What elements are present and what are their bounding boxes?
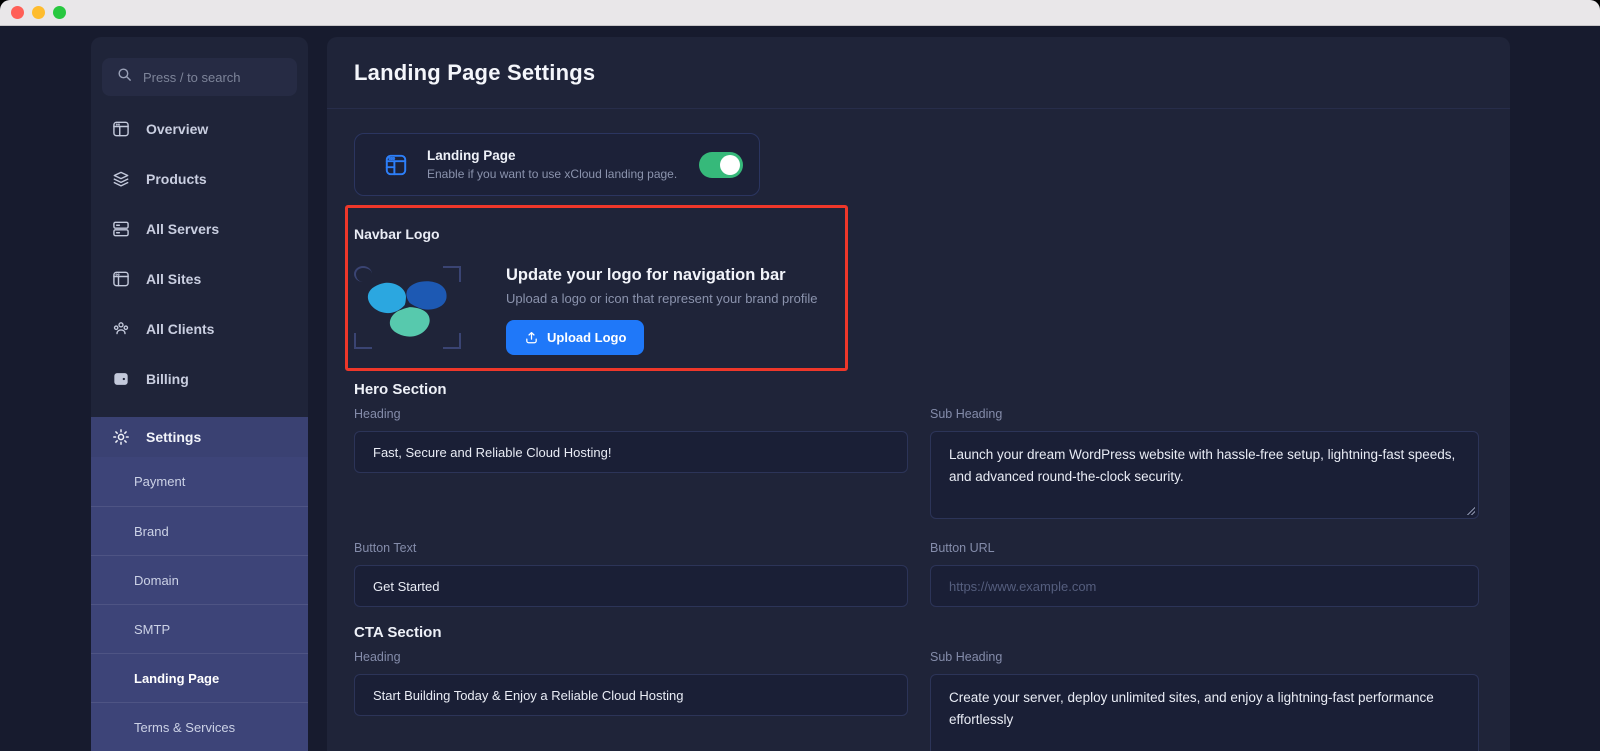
landing-page-icon [383, 152, 409, 178]
submenu-item-terms-services[interactable]: Terms & Services [91, 702, 308, 751]
search-icon [116, 66, 133, 88]
app-body: Overview Products [0, 26, 1600, 751]
sidebar-item-billing[interactable]: Billing [91, 354, 308, 404]
upload-logo-button[interactable]: Upload Logo [506, 320, 645, 355]
submenu-item-smtp[interactable]: SMTP [91, 604, 308, 653]
submenu-item-label: Landing Page [134, 670, 220, 686]
logo-preview [354, 266, 461, 349]
hero-sub-heading-textarea[interactable]: Launch your dream WordPress website with… [930, 431, 1479, 519]
hero-sub-heading-label: Sub Heading [930, 407, 1003, 421]
hero-section-form: Heading Sub Heading Launch your dream Wo… [354, 407, 1483, 607]
sidebar-nav: Overview Products All Servers All Sites … [91, 104, 308, 751]
crop-corner-icon [354, 333, 372, 349]
browser-window-icon [111, 269, 131, 289]
layers-icon [111, 169, 131, 189]
cta-section-form: Heading Sub Heading Create your server, … [354, 650, 1483, 751]
cta-heading-label: Heading [354, 650, 401, 664]
page-title: Landing Page Settings [354, 59, 596, 85]
cta-sub-heading-textarea[interactable]: Create your server, deploy unlimited sit… [930, 674, 1479, 751]
overview-icon [111, 119, 131, 139]
sidebar-item-label: Settings [146, 429, 202, 445]
logo-update-heading: Update your logo for navigation bar [506, 266, 786, 284]
cta-heading-field: Heading [354, 650, 908, 716]
submenu-item-domain[interactable]: Domain [91, 555, 308, 604]
search-box[interactable] [102, 58, 297, 96]
navbar-logo-section: Navbar Logo Update your logo for navigat… [354, 226, 1483, 355]
submenu-item-label: Payment [134, 474, 186, 489]
crop-corner-icon [443, 266, 461, 282]
sidebar-item-all-clients[interactable]: All Clients [91, 304, 308, 354]
submenu-item-label: Terms & Services [134, 719, 236, 735]
xcloud-logo [362, 271, 454, 344]
zoom-window-button[interactable] [53, 6, 66, 19]
cta-sub-heading-label: Sub Heading [930, 650, 1003, 664]
gear-icon [111, 427, 131, 447]
sidebar-item-settings[interactable]: Settings [91, 417, 308, 457]
hero-section-title: Hero Section [354, 381, 447, 398]
submenu-item-label: Domain [134, 572, 179, 588]
minimize-window-button[interactable] [32, 6, 45, 19]
cta-sub-heading-field: Sub Heading Create your server, deploy u… [930, 650, 1479, 751]
submenu-item-label: SMTP [134, 621, 171, 637]
wallet-icon [111, 369, 131, 389]
toggle-knob [720, 154, 740, 175]
hero-button-text-input[interactable] [354, 565, 908, 607]
hero-button-url-input[interactable] [930, 565, 1479, 607]
hero-sub-heading-field: Sub Heading Launch your dream WordPress … [930, 407, 1479, 519]
sidebar-item-label: All Sites [146, 271, 202, 287]
sidebar-item-all-servers[interactable]: All Servers [91, 204, 308, 254]
macos-titlebar [0, 0, 1600, 26]
sidebar-item-label: Products [146, 171, 207, 187]
sidebar-item-label: All Clients [146, 321, 215, 337]
hero-button-url-label: Button URL [930, 541, 995, 555]
crop-corner-icon [354, 266, 372, 282]
sidebar-item-products[interactable]: Products [91, 154, 308, 204]
landing-page-card-texts: Landing Page Enable if you want to use x… [427, 148, 681, 181]
landing-page-toggle[interactable] [699, 151, 743, 178]
landing-page-card-title: Landing Page [427, 148, 516, 163]
submenu-item-landing-page[interactable]: Landing Page [91, 653, 308, 702]
logo-info: Update your logo for navigation bar Uplo… [506, 266, 817, 355]
cta-section-title: CTA Section [354, 624, 442, 641]
hero-heading-input[interactable] [354, 431, 908, 473]
sidebar-item-all-sites[interactable]: All Sites [91, 254, 308, 304]
sidebar-item-label: All Servers [146, 221, 220, 237]
settings-submenu: Payment Brand Domain SMTP Landing Page T… [91, 457, 308, 751]
navbar-logo-label: Navbar Logo [354, 226, 440, 242]
close-window-button[interactable] [11, 6, 24, 19]
upload-logo-button-label: Upload Logo [547, 330, 627, 345]
landing-page-card-description: Enable if you want to use xCloud landing… [427, 167, 678, 181]
landing-page-enable-card: Landing Page Enable if you want to use x… [354, 133, 760, 196]
hero-button-url-field: Button URL [930, 541, 1479, 607]
hero-button-text-label: Button Text [354, 541, 417, 555]
hero-button-text-field: Button Text [354, 541, 908, 607]
main-panel: Landing Page Settings Landing Page Enabl… [327, 37, 1510, 751]
sidebar-item-label: Overview [146, 121, 209, 137]
crop-corner-icon [443, 333, 461, 349]
upload-icon [524, 330, 539, 345]
submenu-item-payment[interactable]: Payment [91, 457, 308, 506]
logo-update-description: Upload a logo or icon that represent you… [506, 291, 818, 306]
panel-header: Landing Page Settings [327, 37, 1510, 109]
servers-icon [111, 219, 131, 239]
search-input[interactable] [143, 69, 283, 85]
hero-heading-label: Heading [354, 407, 401, 421]
sidebar: Overview Products [91, 37, 308, 751]
sidebar-item-label: Billing [146, 371, 189, 387]
cta-heading-input[interactable] [354, 674, 908, 716]
logo-row: Update your logo for navigation bar Uplo… [354, 266, 1483, 355]
hero-heading-field: Heading [354, 407, 908, 473]
clients-icon [111, 319, 131, 339]
sidebar-item-overview[interactable]: Overview [91, 104, 308, 154]
submenu-item-label: Brand [134, 523, 169, 539]
submenu-item-brand[interactable]: Brand [91, 506, 308, 555]
app-window: Overview Products [0, 0, 1600, 751]
panel-content: Landing Page Enable if you want to use x… [327, 109, 1510, 751]
